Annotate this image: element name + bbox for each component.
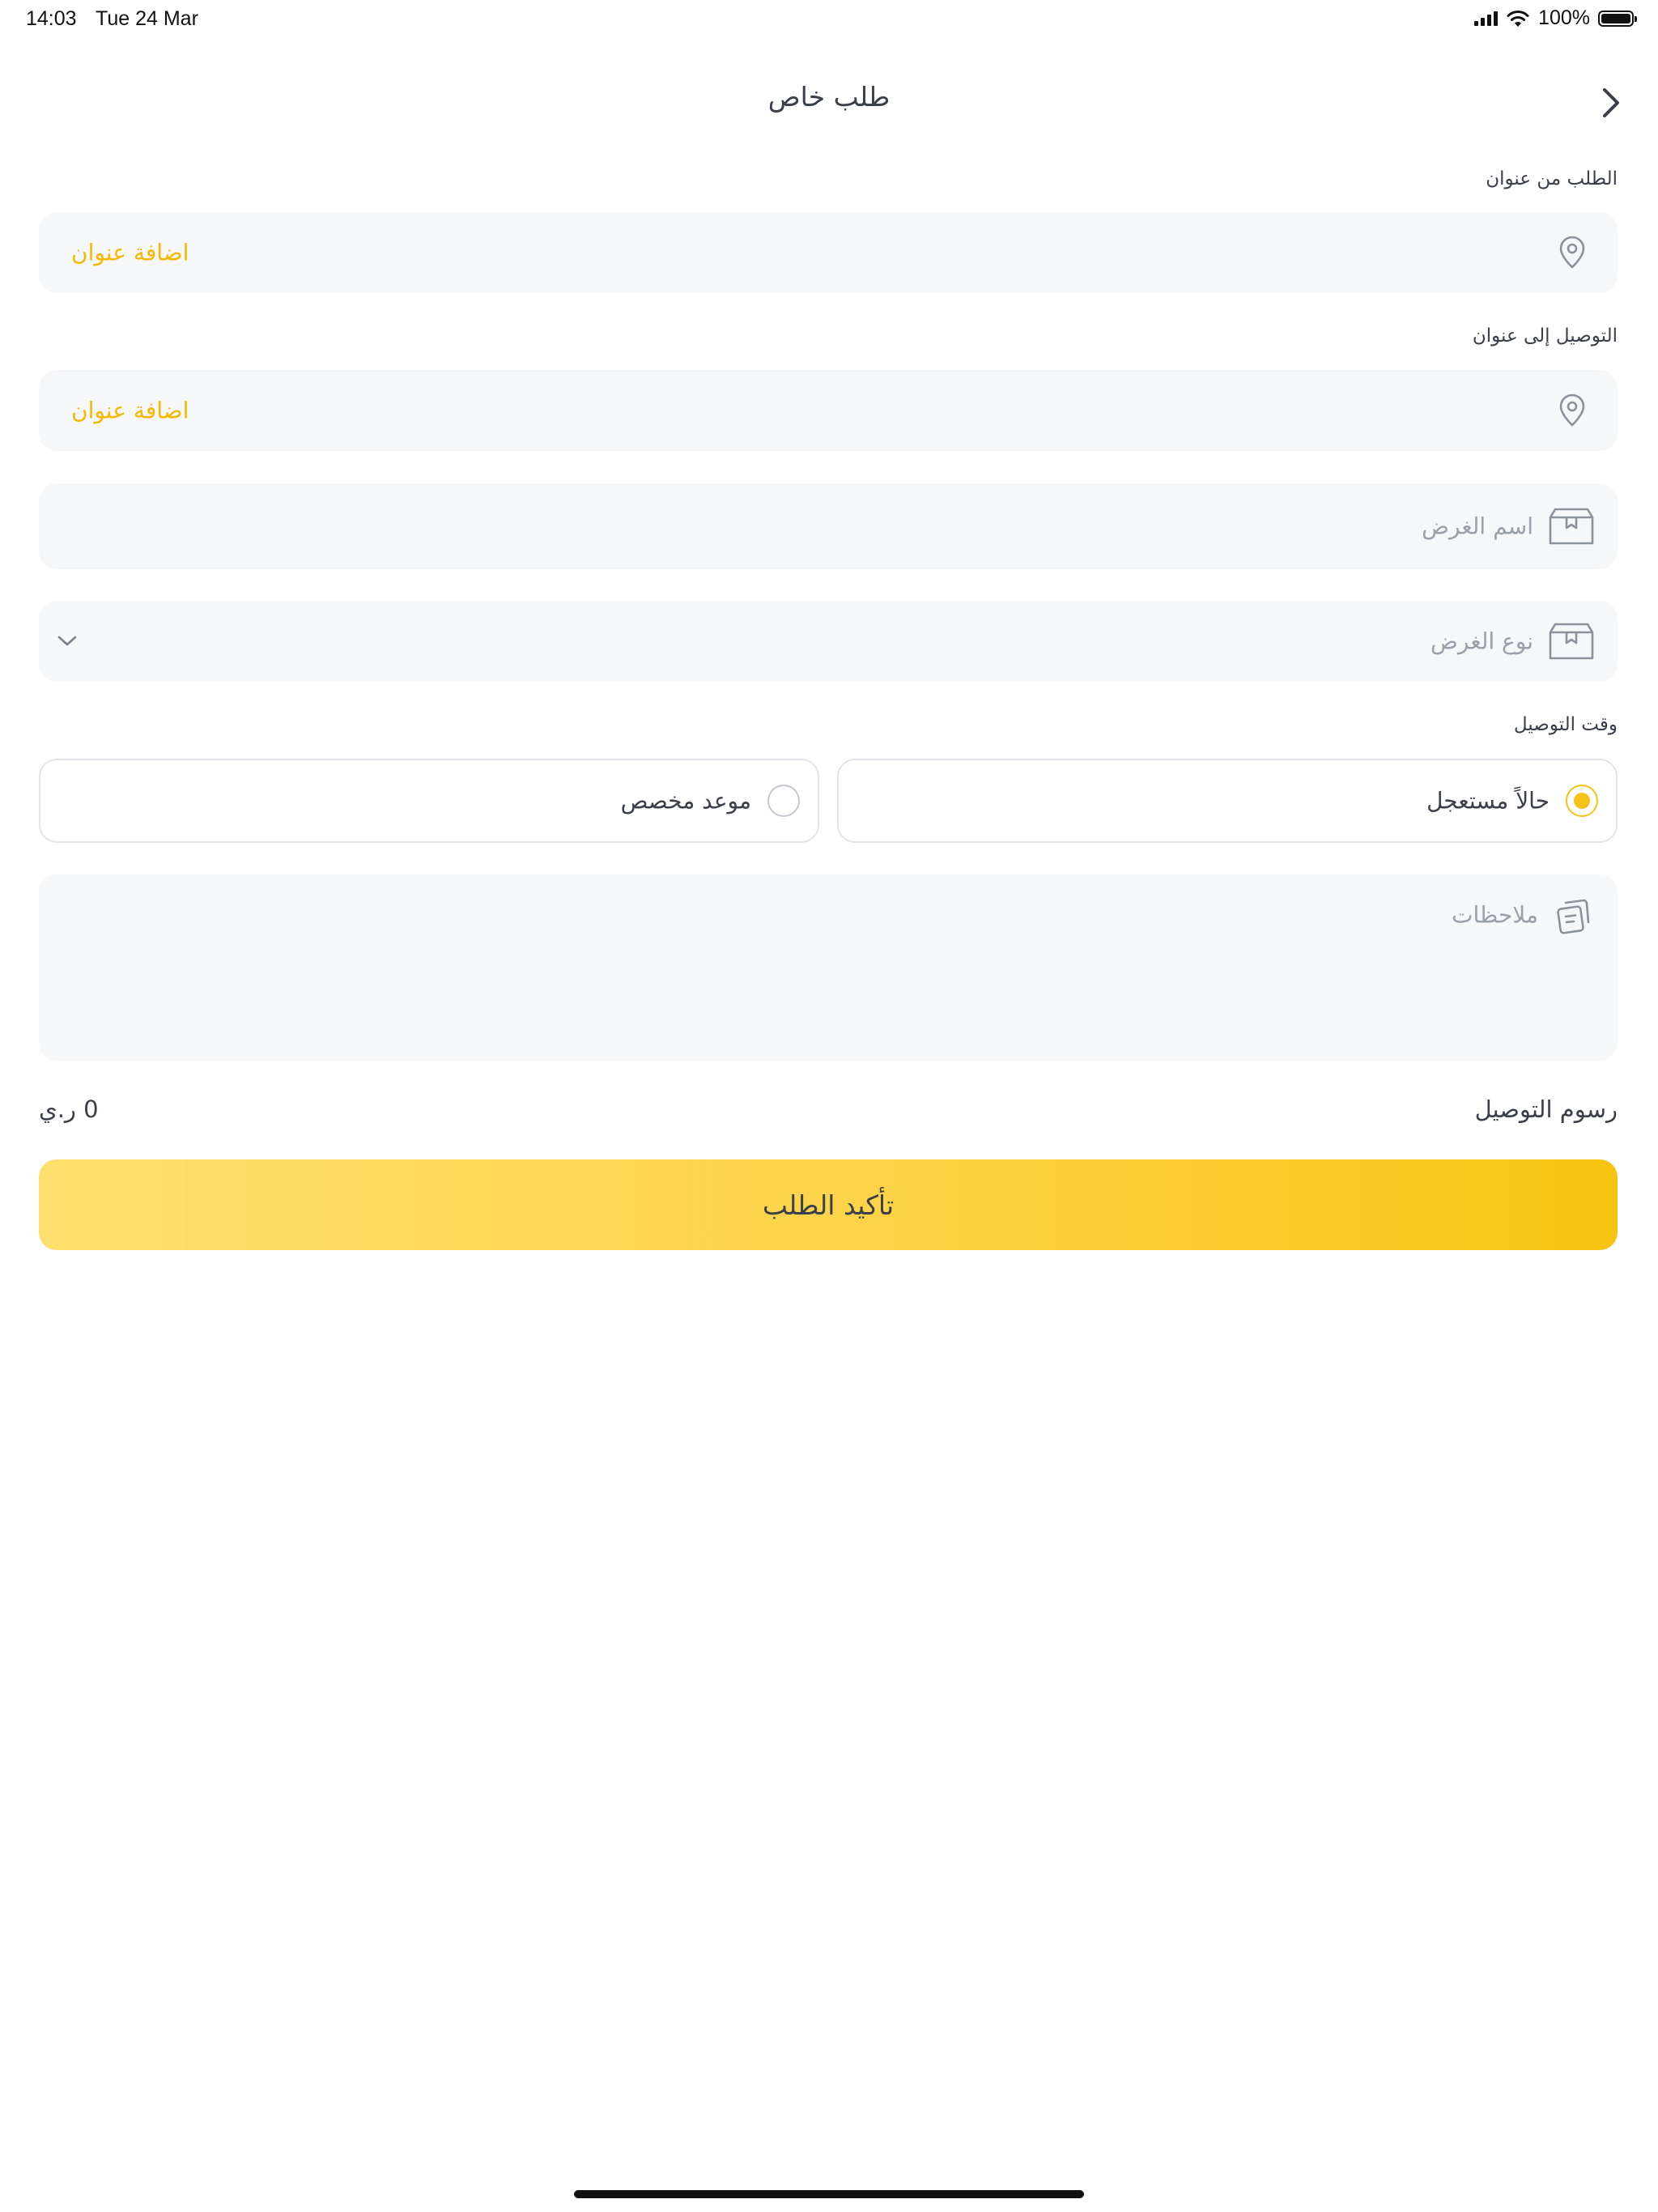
item-name-field[interactable]: اسم الغرض xyxy=(39,483,1618,569)
pickup-address-field[interactable]: اضافة عنوان xyxy=(39,212,1618,293)
item-type-dropdown[interactable]: نوع الغرض xyxy=(39,601,1618,682)
notes-placeholder: ملاحظات xyxy=(1452,901,1538,929)
delivery-time-option-custom[interactable]: موعد مخصص xyxy=(39,759,819,843)
confirm-order-button[interactable]: تأكيد الطلب xyxy=(39,1159,1618,1250)
radio-button[interactable] xyxy=(767,785,800,817)
battery-percentage: 100% xyxy=(1538,6,1590,29)
pickup-add-address[interactable]: اضافة عنوان xyxy=(71,240,189,266)
chevron-right-icon xyxy=(1603,88,1619,117)
delivery-time-label: وقت التوصيل xyxy=(1513,714,1618,735)
delivery-time-option-urgent[interactable]: حالاً مستعجل xyxy=(837,759,1618,843)
item-type-placeholder: نوع الغرض xyxy=(1431,627,1533,655)
status-time: 14:03 xyxy=(26,7,77,30)
location-pin-icon xyxy=(1559,236,1585,269)
delivery-time-option-label: موعد مخصص xyxy=(620,787,751,815)
package-icon xyxy=(1549,508,1594,545)
home-indicator[interactable] xyxy=(574,2190,1084,2198)
location-pin-icon xyxy=(1559,393,1585,427)
package-icon xyxy=(1549,623,1594,660)
chevron-down-icon xyxy=(57,636,77,646)
item-name-placeholder: اسم الغرض xyxy=(1422,513,1533,540)
notes-textarea[interactable]: ملاحظات xyxy=(39,874,1618,1061)
notes-icon xyxy=(1557,899,1590,934)
delivery-address-field[interactable]: اضافة عنوان xyxy=(39,370,1618,451)
delivery-fee-value: 0 ر.ي xyxy=(39,1095,99,1123)
battery-icon xyxy=(1598,10,1637,27)
pickup-address-label: الطلب من عنوان xyxy=(1486,168,1618,189)
status-indicators: 100% xyxy=(1474,6,1637,30)
status-bar: 14:03 Tue 24 Mar 100% xyxy=(0,0,1658,39)
cellular-signal-icon xyxy=(1474,11,1499,26)
delivery-fee-label: رسوم التوصيل xyxy=(1474,1095,1618,1123)
wifi-icon xyxy=(1507,10,1529,27)
status-date: Tue 24 Mar xyxy=(96,7,198,30)
radio-button-selected[interactable] xyxy=(1566,785,1598,817)
delivery-time-option-label: حالاً مستعجل xyxy=(1426,787,1550,815)
delivery-add-address[interactable]: اضافة عنوان xyxy=(71,398,189,424)
back-button[interactable] xyxy=(1596,83,1626,122)
delivery-address-label: التوصيل إلى عنوان xyxy=(1472,325,1618,347)
page-title: طلب خاص xyxy=(767,81,891,113)
